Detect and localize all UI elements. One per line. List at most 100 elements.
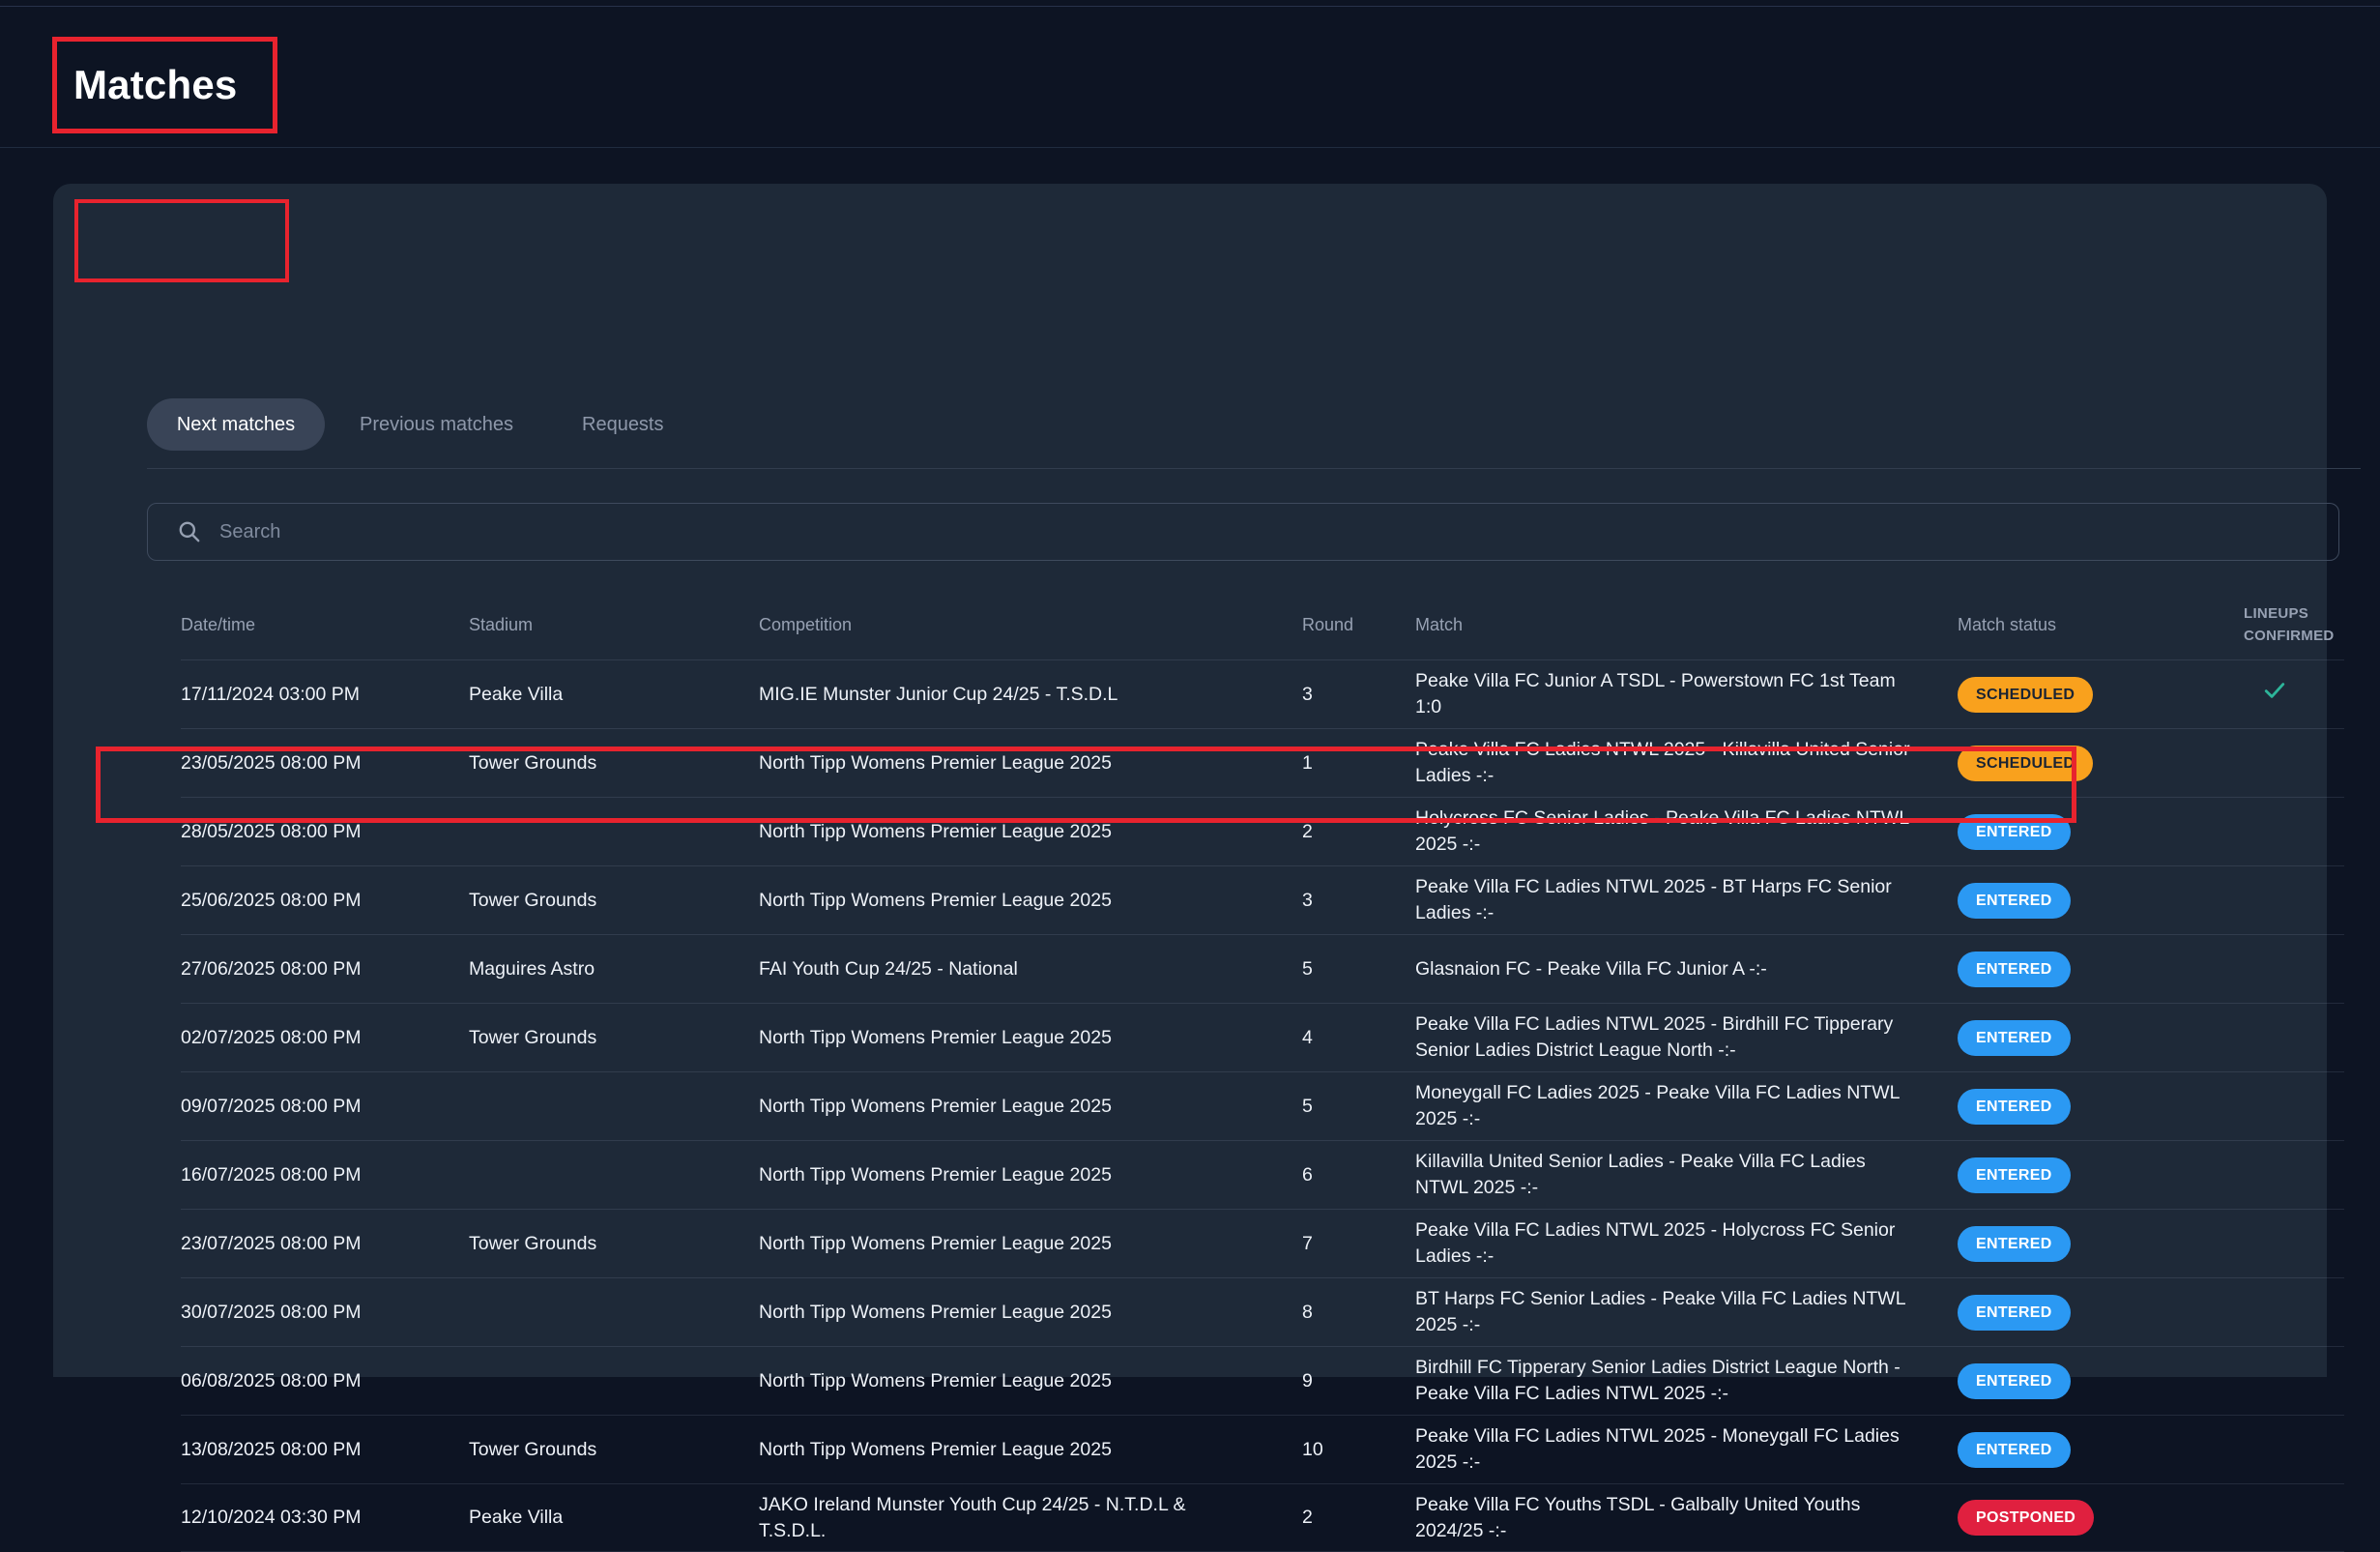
cell-competition: North Tipp Womens Premier League 2025 bbox=[759, 1231, 1302, 1257]
cell-stadium: Peake Villa bbox=[469, 682, 759, 708]
cell-datetime: 09/07/2025 08:00 PM bbox=[181, 1094, 469, 1120]
cell-stadium: Tower Grounds bbox=[469, 1025, 759, 1051]
status-badge: POSTPONED bbox=[1958, 1500, 2094, 1536]
status-badge: ENTERED bbox=[1958, 1020, 2071, 1056]
check-icon bbox=[2261, 677, 2288, 704]
table-row[interactable]: 16/07/2025 08:00 PM North Tipp Womens Pre… bbox=[181, 1140, 2344, 1209]
cell-competition: FAI Youth Cup 24/25 - National bbox=[759, 956, 1302, 982]
cell-competition: North Tipp Womens Premier League 2025 bbox=[759, 1094, 1302, 1120]
cell-match-status: ENTERED bbox=[1958, 1432, 2244, 1468]
page-title: Matches bbox=[73, 37, 237, 133]
table-row[interactable]: 12/10/2024 03:30 PMPeake VillaJAKO Irela… bbox=[181, 1483, 2344, 1552]
tab-next-matches-label: Next matches bbox=[177, 414, 295, 436]
cell-datetime: 25/06/2025 08:00 PM bbox=[181, 888, 469, 914]
cell-competition: North Tipp Womens Premier League 2025 bbox=[759, 888, 1302, 914]
status-badge: ENTERED bbox=[1958, 1157, 2071, 1193]
cell-round: 3 bbox=[1302, 888, 1415, 914]
cell-datetime: 12/10/2024 03:30 PM bbox=[181, 1505, 469, 1531]
status-badge: ENTERED bbox=[1958, 1295, 2071, 1331]
cell-round: 8 bbox=[1302, 1300, 1415, 1326]
column-header-match: Match bbox=[1415, 613, 1958, 636]
table-header-row: Date/time Stadium Competition Round Matc… bbox=[181, 590, 2344, 659]
table-row[interactable]: 13/08/2025 08:00 PMTower GroundsNorth Ti… bbox=[181, 1415, 2344, 1483]
cell-match: Peake Villa FC Youths TSDL - Galbally Un… bbox=[1415, 1492, 1958, 1544]
cell-competition: North Tipp Womens Premier League 2025 bbox=[759, 1162, 1302, 1188]
cell-match: Holycross FC Senior Ladies - Peake Villa… bbox=[1415, 805, 1958, 858]
table-row[interactable]: 30/07/2025 08:00 PMNorth Tipp Womens Pre… bbox=[181, 1277, 2344, 1346]
table-row[interactable]: 17/11/2024 03:00 PMPeake VillaMIG.IE Mun… bbox=[181, 659, 2344, 728]
cell-match-status: ENTERED bbox=[1958, 1226, 2244, 1262]
cell-datetime: 23/07/2025 08:00 PM bbox=[181, 1231, 469, 1257]
table-row[interactable]: 25/06/2025 08:00 PMTower GroundsNorth Ti… bbox=[181, 865, 2344, 934]
status-badge: ENTERED bbox=[1958, 1226, 2071, 1262]
cell-match-status: POSTPONED bbox=[1958, 1500, 2244, 1536]
cell-match-status: ENTERED bbox=[1958, 952, 2244, 987]
cell-match: Killavilla United Senior Ladies - Peake … bbox=[1415, 1149, 1958, 1201]
cell-stadium: Tower Grounds bbox=[469, 750, 759, 776]
cell-match-status: ENTERED bbox=[1958, 1020, 2244, 1056]
cell-stadium: Tower Grounds bbox=[469, 1437, 759, 1463]
cell-match-status: SCHEDULED bbox=[1958, 677, 2244, 713]
cell-round: 3 bbox=[1302, 682, 1415, 708]
status-badge: ENTERED bbox=[1958, 883, 2071, 919]
cell-match: Peake Villa FC Ladies NTWL 2025 - Holycr… bbox=[1415, 1217, 1958, 1270]
cell-stadium: Peake Villa bbox=[469, 1505, 759, 1531]
status-badge: ENTERED bbox=[1958, 952, 2071, 987]
cell-match: Peake Villa FC Ladies NTWL 2025 - Moneyg… bbox=[1415, 1423, 1958, 1476]
cell-round: 5 bbox=[1302, 956, 1415, 982]
tab-previous-matches[interactable]: Previous matches bbox=[360, 398, 513, 451]
search-icon bbox=[177, 519, 202, 544]
cell-match-status: ENTERED bbox=[1958, 1157, 2244, 1193]
column-header-stadium: Stadium bbox=[469, 613, 759, 636]
cell-match: Peake Villa FC Junior A TSDL - Powerstow… bbox=[1415, 668, 1958, 720]
tab-next-matches[interactable]: Next matches bbox=[147, 398, 325, 451]
cell-round: 7 bbox=[1302, 1231, 1415, 1257]
status-badge: ENTERED bbox=[1958, 814, 2071, 850]
column-header-lineups-confirmed: LINEUPS CONFIRMED bbox=[2244, 602, 2358, 647]
cell-round: 5 bbox=[1302, 1094, 1415, 1120]
cell-match: Glasnaion FC - Peake Villa FC Junior A -… bbox=[1415, 956, 1958, 982]
cell-round: 6 bbox=[1302, 1162, 1415, 1188]
cell-match: Moneygall FC Ladies 2025 - Peake Villa F… bbox=[1415, 1080, 1958, 1132]
cell-datetime: 23/05/2025 08:00 PM bbox=[181, 750, 469, 776]
cell-competition: North Tipp Womens Premier League 2025 bbox=[759, 1368, 1302, 1394]
cell-round: 1 bbox=[1302, 750, 1415, 776]
cell-competition: North Tipp Womens Premier League 2025 bbox=[759, 1025, 1302, 1051]
cell-match-status: ENTERED bbox=[1958, 1363, 2244, 1399]
cell-match: Peake Villa FC Ladies NTWL 2025 - BT Har… bbox=[1415, 874, 1958, 926]
table-row[interactable]: 27/06/2025 08:00 PMMaguires AstroFAI You… bbox=[181, 934, 2344, 1003]
cell-round: 9 bbox=[1302, 1368, 1415, 1394]
search-input[interactable] bbox=[202, 504, 2338, 560]
cell-round: 2 bbox=[1302, 1505, 1415, 1531]
table-row[interactable]: 02/07/2025 08:00 PMTower GroundsNorth Ti… bbox=[181, 1003, 2344, 1071]
tabs-divider bbox=[147, 468, 2361, 469]
cell-datetime: 06/08/2025 08:00 PM bbox=[181, 1368, 469, 1394]
cell-datetime: 13/08/2025 08:00 PM bbox=[181, 1437, 469, 1463]
table-row[interactable]: 23/07/2025 08:00 PMTower GroundsNorth Ti… bbox=[181, 1209, 2344, 1277]
header-divider bbox=[0, 147, 2380, 148]
cell-datetime: 16/07/2025 08:00 PM bbox=[181, 1162, 469, 1188]
cell-datetime: 27/06/2025 08:00 PM bbox=[181, 956, 469, 982]
tab-requests[interactable]: Requests bbox=[582, 398, 664, 451]
table-row[interactable]: 09/07/2025 08:00 PM North Tipp Womens Pre… bbox=[181, 1071, 2344, 1140]
table-row[interactable]: 28/05/2025 08:00 PM North Tipp Womens Pre… bbox=[181, 797, 2344, 865]
cell-datetime: 28/05/2025 08:00 PM bbox=[181, 819, 469, 845]
cell-round: 10 bbox=[1302, 1437, 1415, 1463]
cell-match: Birdhill FC Tipperary Senior Ladies Dist… bbox=[1415, 1355, 1958, 1407]
search-box[interactable] bbox=[147, 503, 2339, 561]
status-badge: ENTERED bbox=[1958, 1089, 2071, 1125]
column-header-competition: Competition bbox=[759, 613, 1302, 636]
table-row[interactable]: 23/05/2025 08:00 PMTower GroundsNorth Ti… bbox=[181, 728, 2344, 797]
cell-competition: North Tipp Womens Premier League 2025 bbox=[759, 819, 1302, 845]
cell-stadium: Tower Grounds bbox=[469, 1231, 759, 1257]
cell-round: 2 bbox=[1302, 819, 1415, 845]
status-badge: ENTERED bbox=[1958, 1432, 2071, 1468]
cell-competition: North Tipp Womens Premier League 2025 bbox=[759, 750, 1302, 776]
cell-match-status: SCHEDULED bbox=[1958, 746, 2244, 781]
cell-datetime: 17/11/2024 03:00 PM bbox=[181, 682, 469, 708]
status-badge: SCHEDULED bbox=[1958, 677, 2093, 713]
status-badge: SCHEDULED bbox=[1958, 746, 2093, 781]
cell-datetime: 02/07/2025 08:00 PM bbox=[181, 1025, 469, 1051]
top-border-line bbox=[0, 6, 2380, 7]
table-row[interactable]: 06/08/2025 08:00 PM North Tipp Womens Pre… bbox=[181, 1346, 2344, 1415]
